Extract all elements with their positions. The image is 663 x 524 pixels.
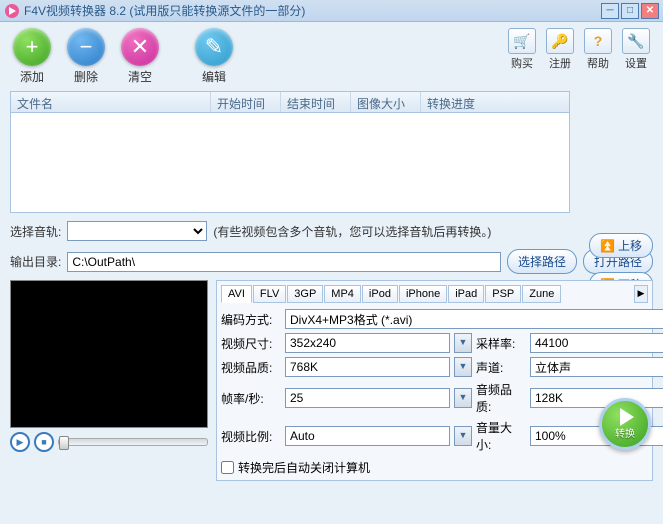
seek-slider[interactable]	[58, 438, 208, 446]
size-label: 视频尺寸:	[221, 335, 281, 352]
tab-psp[interactable]: PSP	[485, 285, 521, 303]
ratio-dropdown[interactable]: ▼	[454, 426, 472, 446]
channel-select[interactable]	[530, 357, 663, 377]
shutdown-label: 转换完后自动关闭计算机	[238, 459, 370, 476]
double-up-icon: ⏫	[600, 239, 615, 253]
play-button[interactable]: ▶	[10, 432, 30, 452]
tab-scroll-right[interactable]: ▶	[634, 285, 648, 303]
window-title: F4V视频转换器 8.2 (试用版只能转换源文件的一部分)	[24, 2, 601, 19]
settings-icon: 🔧	[622, 28, 650, 54]
key-icon: 🔑	[546, 28, 574, 54]
tab-3gp[interactable]: 3GP	[287, 285, 323, 303]
col-start[interactable]: 开始时间	[211, 92, 281, 112]
col-size[interactable]: 图像大小	[351, 92, 421, 112]
col-progress[interactable]: 转换进度	[421, 92, 569, 112]
plus-icon: +	[13, 28, 51, 66]
edit-icon: ✎	[195, 28, 233, 66]
vq-dropdown[interactable]: ▼	[454, 357, 472, 377]
col-end[interactable]: 结束时间	[281, 92, 351, 112]
app-icon	[4, 3, 20, 19]
size-select[interactable]	[285, 333, 450, 353]
move-up-button[interactable]: ⏫上移	[589, 233, 653, 258]
tab-iphone[interactable]: iPhone	[399, 285, 447, 303]
settings-button[interactable]: 🔧设置	[619, 28, 653, 71]
col-filename[interactable]: 文件名	[11, 92, 211, 112]
browse-button[interactable]: 选择路径	[507, 249, 577, 274]
register-button[interactable]: 🔑注册	[543, 28, 577, 71]
sample-select[interactable]	[530, 333, 663, 353]
output-dir-label: 输出目录:	[10, 253, 61, 270]
aq-label: 音频品质:	[476, 381, 526, 415]
format-tabs: AVI FLV 3GP MP4 iPod iPhone iPad PSP Zun…	[221, 285, 648, 303]
maximize-button[interactable]: □	[621, 3, 639, 19]
x-icon: ✕	[121, 28, 159, 66]
help-icon: ?	[584, 28, 612, 54]
file-list-body[interactable]	[10, 113, 570, 213]
add-button[interactable]: + 添加	[10, 28, 54, 85]
tab-flv[interactable]: FLV	[253, 285, 286, 303]
fps-dropdown[interactable]: ▼	[454, 388, 472, 408]
encode-select[interactable]	[285, 309, 663, 329]
vq-select[interactable]	[285, 357, 450, 377]
fps-select[interactable]	[285, 388, 450, 408]
tab-mp4[interactable]: MP4	[324, 285, 361, 303]
minus-icon: −	[67, 28, 105, 66]
tab-zune[interactable]: Zune	[522, 285, 561, 303]
sample-label: 采样率:	[476, 335, 526, 352]
output-dir-input[interactable]	[67, 252, 501, 272]
audio-track-label: 选择音轨:	[10, 223, 61, 240]
ratio-select[interactable]	[285, 426, 450, 446]
vol-label: 音量大小:	[476, 419, 526, 453]
fps-label: 帧率/秒:	[221, 390, 281, 407]
delete-button[interactable]: − 删除	[64, 28, 108, 85]
stop-button[interactable]: ■	[34, 432, 54, 452]
audio-track-select[interactable]	[67, 221, 207, 241]
close-button[interactable]: ✕	[641, 3, 659, 19]
edit-button[interactable]: ✎ 编辑	[192, 28, 236, 85]
play-triangle-icon	[620, 408, 634, 426]
minimize-button[interactable]: ─	[601, 3, 619, 19]
encode-label: 编码方式:	[221, 311, 281, 328]
file-list-header: 文件名 开始时间 结束时间 图像大小 转换进度	[10, 91, 570, 113]
slider-thumb[interactable]	[59, 436, 69, 450]
tab-ipod[interactable]: iPod	[362, 285, 398, 303]
channel-label: 声道:	[476, 359, 526, 376]
tab-ipad[interactable]: iPad	[448, 285, 484, 303]
help-button[interactable]: ?帮助	[581, 28, 615, 71]
tab-avi[interactable]: AVI	[221, 285, 252, 303]
ratio-label: 视频比例:	[221, 428, 281, 445]
video-preview	[10, 280, 208, 428]
clear-button[interactable]: ✕ 清空	[118, 28, 162, 85]
size-dropdown[interactable]: ▼	[454, 333, 472, 353]
convert-button[interactable]: 转换	[599, 398, 651, 450]
cart-icon: 🛒	[508, 28, 536, 54]
buy-button[interactable]: 🛒购买	[505, 28, 539, 71]
shutdown-checkbox[interactable]	[221, 461, 234, 474]
audio-hint: (有些视频包含多个音轨，您可以选择音轨后再转换。)	[213, 223, 491, 240]
vq-label: 视频品质:	[221, 359, 281, 376]
